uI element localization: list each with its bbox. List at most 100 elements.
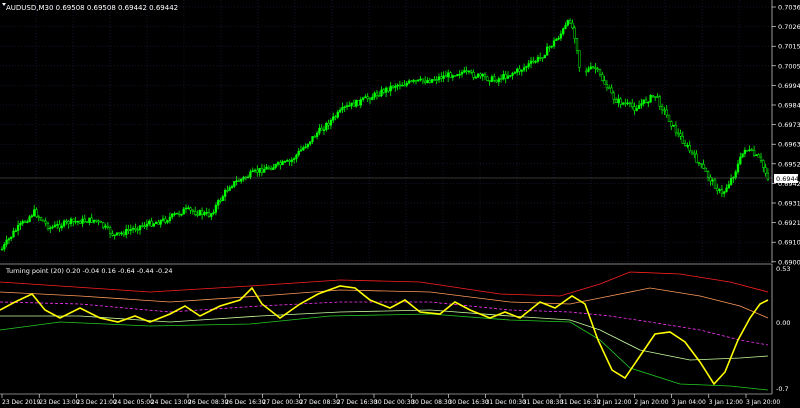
candle-body[interactable] <box>189 207 192 211</box>
candle-body[interactable] <box>69 218 73 225</box>
candle-body[interactable] <box>226 189 229 192</box>
candle-body[interactable] <box>306 143 310 148</box>
candle-body[interactable] <box>552 40 556 47</box>
candle-body[interactable] <box>529 60 533 64</box>
candle-body[interactable] <box>658 96 661 107</box>
candle-body[interactable] <box>589 66 592 70</box>
candle-body[interactable] <box>203 212 206 216</box>
candle-body[interactable] <box>702 164 705 169</box>
candle-body[interactable] <box>348 105 351 107</box>
candle-body[interactable] <box>752 150 756 156</box>
candle-body[interactable] <box>539 57 542 59</box>
candle-body[interactable] <box>214 204 218 213</box>
candle-body[interactable] <box>695 153 698 163</box>
candle-body[interactable] <box>757 154 760 158</box>
candle-body[interactable] <box>718 189 721 191</box>
candle-body[interactable] <box>177 212 181 215</box>
candle-body[interactable] <box>557 37 560 40</box>
candle-body[interactable] <box>304 146 307 149</box>
candle-body[interactable] <box>564 25 567 29</box>
candle-body[interactable] <box>343 106 346 109</box>
candle-body[interactable] <box>325 122 328 130</box>
candle-body[interactable] <box>276 162 280 165</box>
candle-body[interactable] <box>120 232 123 235</box>
candle-body[interactable] <box>334 116 337 118</box>
candle-body[interactable] <box>762 160 765 168</box>
candle-body[interactable] <box>67 221 70 225</box>
candle-body[interactable] <box>350 102 353 106</box>
candle-body[interactable] <box>688 144 691 152</box>
candle-body[interactable] <box>35 209 38 218</box>
candle-body[interactable] <box>660 106 664 111</box>
candle-body[interactable] <box>566 20 569 26</box>
candle-body[interactable] <box>674 124 678 134</box>
candle-body[interactable] <box>651 95 655 97</box>
candle-body[interactable] <box>605 83 609 89</box>
candle-body[interactable] <box>265 166 268 170</box>
candle-body[interactable] <box>253 169 257 172</box>
candle-body[interactable] <box>14 230 17 232</box>
candle-body[interactable] <box>433 79 436 81</box>
candle-body[interactable] <box>313 136 316 138</box>
candle-body[interactable] <box>182 208 185 215</box>
candle-body[interactable] <box>102 222 105 228</box>
candle-body[interactable] <box>21 221 24 224</box>
candle-body[interactable] <box>619 98 622 105</box>
candle-body[interactable] <box>297 150 300 156</box>
candle-body[interactable] <box>164 218 167 223</box>
candle-body[interactable] <box>150 220 153 227</box>
candle-body[interactable] <box>361 97 365 100</box>
candle-body[interactable] <box>617 98 620 103</box>
candle-body[interactable] <box>159 220 162 225</box>
candle-body[interactable] <box>272 167 275 170</box>
candle-body[interactable] <box>391 85 395 88</box>
candle-body[interactable] <box>161 218 165 221</box>
candle-body[interactable] <box>33 209 36 216</box>
candle-body[interactable] <box>42 219 45 222</box>
candle-body[interactable] <box>286 160 289 162</box>
candle-body[interactable] <box>104 225 107 228</box>
candle-body[interactable] <box>387 87 390 92</box>
candle-body[interactable] <box>122 232 126 236</box>
candle-body[interactable] <box>693 152 696 155</box>
candle-body[interactable] <box>690 150 694 154</box>
candle-body[interactable] <box>513 72 517 74</box>
candle-body[interactable] <box>274 164 277 168</box>
candle-body[interactable] <box>345 105 349 108</box>
candle-body[interactable] <box>442 75 445 79</box>
candle-body[interactable] <box>739 156 742 165</box>
candle-body[interactable] <box>601 74 604 81</box>
candle-body[interactable] <box>683 143 687 146</box>
candle-body[interactable] <box>663 109 666 112</box>
candle-body[interactable] <box>677 132 680 135</box>
candle-body[interactable] <box>311 136 314 142</box>
candle-body[interactable] <box>481 73 484 77</box>
candle-body[interactable] <box>382 89 385 93</box>
candle-body[interactable] <box>541 57 544 59</box>
candle-body[interactable] <box>28 216 31 222</box>
candle-body[interactable] <box>115 232 119 236</box>
candle-body[interactable] <box>138 225 142 231</box>
candle-body[interactable] <box>198 210 201 216</box>
candle-body[interactable] <box>380 89 383 96</box>
candle-body[interactable] <box>700 163 703 165</box>
candle-body[interactable] <box>633 106 636 111</box>
candle-body[interactable] <box>578 50 581 68</box>
candle-body[interactable] <box>299 149 303 152</box>
candle-body[interactable] <box>148 220 151 225</box>
candle-body[interactable] <box>543 55 546 58</box>
candle-body[interactable] <box>550 45 553 48</box>
candle-body[interactable] <box>62 220 66 227</box>
candle-body[interactable] <box>173 213 176 216</box>
candle-body[interactable] <box>451 75 454 78</box>
candle-body[interactable] <box>309 141 312 145</box>
candle-body[interactable] <box>511 73 514 76</box>
candle-body[interactable] <box>336 111 339 118</box>
candle-body[interactable] <box>60 225 63 229</box>
candle-body[interactable] <box>488 80 491 82</box>
candle-body[interactable] <box>79 220 82 224</box>
candle-body[interactable] <box>525 66 528 68</box>
candle-body[interactable] <box>384 87 388 93</box>
candle-body[interactable] <box>223 189 227 197</box>
candle-body[interactable] <box>444 75 448 78</box>
